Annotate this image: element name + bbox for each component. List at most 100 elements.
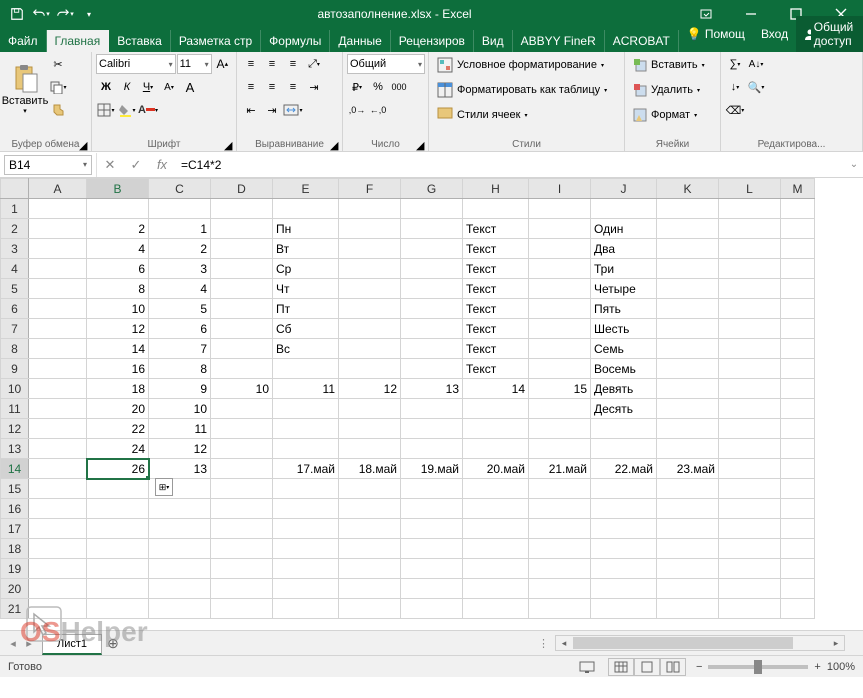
cell[interactable] (719, 359, 781, 379)
tab-nav-next[interactable]: ▸ (22, 637, 36, 650)
cell[interactable]: 6 (149, 319, 211, 339)
cell[interactable]: 5 (149, 299, 211, 319)
cell[interactable] (781, 599, 815, 619)
row-header[interactable]: 20 (1, 579, 29, 599)
autofill-options-button[interactable]: ⊞▾ (155, 478, 173, 496)
cell[interactable] (657, 199, 719, 219)
page-layout-button[interactable] (634, 658, 660, 676)
cell[interactable] (781, 459, 815, 479)
cell[interactable]: Сб (273, 319, 339, 339)
cell[interactable] (211, 299, 273, 319)
cell[interactable] (273, 539, 339, 559)
cell[interactable]: 16 (87, 359, 149, 379)
cell[interactable] (273, 599, 339, 619)
tab-nav-prev[interactable]: ◂ (6, 637, 20, 650)
find-button[interactable]: 🔍▾ (746, 77, 766, 97)
cell[interactable]: 3 (149, 259, 211, 279)
cell[interactable]: 17.май (273, 459, 339, 479)
cell[interactable] (529, 279, 591, 299)
cell-styles-button[interactable]: Стили ячеек▾ (433, 104, 620, 126)
zoom-out-button[interactable]: − (696, 661, 702, 673)
cell[interactable] (657, 239, 719, 259)
row-header[interactable]: 1 (1, 199, 29, 219)
comma-button[interactable]: 000 (389, 77, 409, 97)
cell[interactable] (591, 499, 657, 519)
column-header[interactable]: J (591, 179, 657, 199)
row-header[interactable]: 10 (1, 379, 29, 399)
cell[interactable]: 26 (87, 459, 149, 479)
underline-button[interactable]: Ч▾ (138, 77, 158, 97)
cell[interactable] (339, 599, 401, 619)
cell[interactable] (719, 339, 781, 359)
cell[interactable] (657, 299, 719, 319)
cell[interactable] (339, 319, 401, 339)
row-header[interactable]: 12 (1, 419, 29, 439)
cell[interactable] (149, 499, 211, 519)
grow-font2-button[interactable]: A (180, 77, 200, 97)
cell[interactable]: 18 (87, 379, 149, 399)
row-header[interactable]: 3 (1, 239, 29, 259)
zoom-slider[interactable] (708, 665, 808, 669)
column-header[interactable]: B (87, 179, 149, 199)
share-button[interactable]: Общий доступ (796, 16, 863, 52)
number-format-combo[interactable]: Общий▾ (347, 54, 425, 74)
cell[interactable] (719, 499, 781, 519)
percent-button[interactable]: % (368, 77, 388, 97)
cell[interactable] (211, 539, 273, 559)
tab-разметка стр[interactable]: Разметка стр (171, 30, 261, 52)
cell[interactable]: 9 (149, 379, 211, 399)
cell[interactable] (463, 579, 529, 599)
cell[interactable]: 20.май (463, 459, 529, 479)
cell[interactable]: Текст (463, 259, 529, 279)
cell[interactable] (657, 499, 719, 519)
cell[interactable] (781, 199, 815, 219)
cell[interactable] (211, 499, 273, 519)
cell[interactable] (339, 239, 401, 259)
cell[interactable] (87, 479, 149, 499)
cell[interactable] (719, 599, 781, 619)
cell[interactable] (273, 359, 339, 379)
cell[interactable] (781, 579, 815, 599)
cell[interactable] (401, 579, 463, 599)
cell[interactable] (657, 219, 719, 239)
cell[interactable]: Три (591, 259, 657, 279)
cell[interactable] (29, 359, 87, 379)
row-header[interactable]: 13 (1, 439, 29, 459)
cell[interactable]: Семь (591, 339, 657, 359)
cell[interactable] (401, 559, 463, 579)
cell[interactable]: 22 (87, 419, 149, 439)
cell[interactable]: Вс (273, 339, 339, 359)
cell[interactable] (529, 239, 591, 259)
cell[interactable] (29, 579, 87, 599)
cell[interactable]: 2 (149, 239, 211, 259)
cell[interactable] (29, 279, 87, 299)
cell[interactable]: Текст (463, 299, 529, 319)
cell[interactable] (339, 519, 401, 539)
cell[interactable] (463, 199, 529, 219)
cell[interactable]: Десять (591, 399, 657, 419)
cell[interactable] (657, 479, 719, 499)
cell[interactable] (719, 239, 781, 259)
column-header[interactable]: M (781, 179, 815, 199)
cell[interactable]: 12 (87, 319, 149, 339)
cell[interactable]: Пн (273, 219, 339, 239)
cell[interactable] (87, 539, 149, 559)
cancel-formula-button[interactable]: ✕ (97, 153, 123, 177)
cell[interactable] (719, 459, 781, 479)
cell[interactable] (273, 419, 339, 439)
qat-customize-button[interactable]: ▾ (78, 3, 100, 25)
cell[interactable] (401, 199, 463, 219)
cell[interactable] (591, 519, 657, 539)
column-header[interactable]: K (657, 179, 719, 199)
column-header[interactable]: L (719, 179, 781, 199)
tab-файл[interactable]: Файл (0, 30, 47, 52)
zoom-level[interactable]: 100% (827, 661, 855, 673)
cell[interactable] (29, 419, 87, 439)
currency-button[interactable]: ₽▾ (347, 77, 367, 97)
cell[interactable] (719, 299, 781, 319)
cell[interactable] (781, 359, 815, 379)
cell[interactable] (591, 599, 657, 619)
cell[interactable] (339, 339, 401, 359)
cell[interactable] (401, 339, 463, 359)
cell[interactable] (211, 419, 273, 439)
